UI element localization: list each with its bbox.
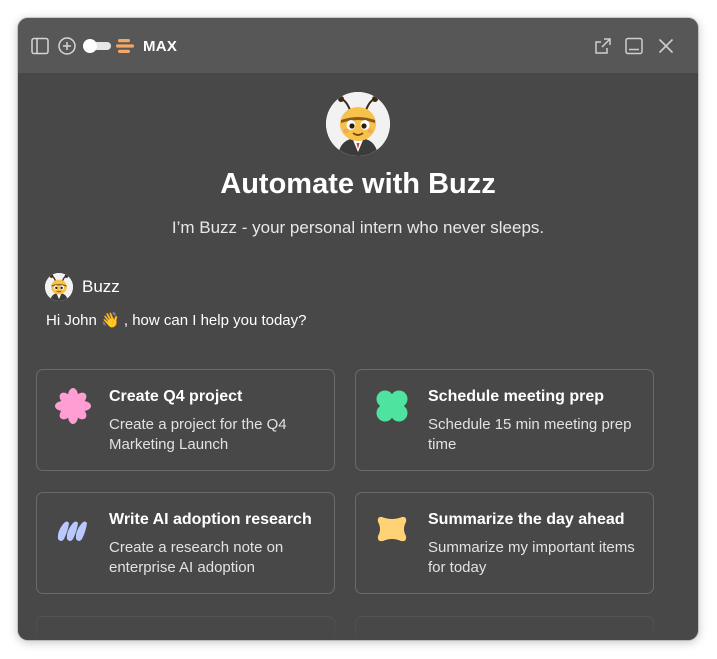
bee-mascot-icon (326, 92, 390, 156)
card-description: Schedule 15 min meeting prep time (428, 416, 632, 453)
green-clover-icon (376, 390, 408, 422)
buzz-small-avatar (45, 273, 73, 301)
max-mode-toggle[interactable]: MAX (83, 34, 178, 58)
bee-mascot-icon (45, 273, 73, 301)
toggle-icon (83, 39, 111, 53)
new-chat-plus-icon[interactable] (57, 36, 77, 56)
chat-content: Automate with Buzz I’m Buzz - your perso… (18, 73, 698, 640)
yellow-blob-icon (377, 516, 407, 542)
greeting-message: Hi John 👋 , how can I help you today? (46, 312, 307, 329)
buzz-avatar (326, 92, 390, 156)
buzz-assistant-window: MAX Automate with Buzz I’m Buzz - your p… (18, 18, 698, 640)
card-description: Create a research note on enterprise AI … (109, 539, 284, 576)
blue-wave-icon (57, 521, 87, 541)
sidebar-toggle-icon[interactable] (30, 36, 50, 56)
suggestion-card-schedule-meeting-prep[interactable]: Schedule meeting prep Schedule 15 min me… (355, 369, 654, 471)
pink-flower-icon (55, 388, 91, 424)
card-title: Write AI adoption research (109, 511, 312, 528)
suggestion-card-create-q4-project[interactable]: Create Q4 project Create a project for t… (36, 369, 335, 471)
suggestion-card-summarize-the-day-ahead[interactable]: Summarize the day ahead Summarize my imp… (355, 492, 654, 594)
card-title: Schedule meeting prep (428, 388, 605, 405)
card-title: Summarize the day ahead (428, 511, 625, 528)
max-mode-label: MAX (143, 37, 178, 55)
titlebar: MAX (18, 18, 698, 73)
buzz-logo-icon (116, 39, 134, 53)
minimize-panel-icon[interactable] (624, 36, 644, 56)
hero-title: Automate with Buzz (220, 168, 496, 200)
open-external-icon[interactable] (593, 36, 613, 56)
close-icon[interactable] (656, 36, 676, 56)
sender-name: Buzz (82, 277, 120, 296)
hero-subtitle: I’m Buzz - your personal intern who neve… (171, 218, 545, 237)
message-header: Buzz (45, 273, 120, 301)
scroll-fade (18, 600, 698, 640)
card-title: Create Q4 project (109, 388, 243, 405)
card-description: Summarize my important items for today (428, 539, 635, 576)
suggestion-card-write-ai-adoption-research[interactable]: Write AI adoption research Create a rese… (36, 492, 335, 594)
card-description: Create a project for the Q4 Marketing La… (109, 416, 287, 453)
